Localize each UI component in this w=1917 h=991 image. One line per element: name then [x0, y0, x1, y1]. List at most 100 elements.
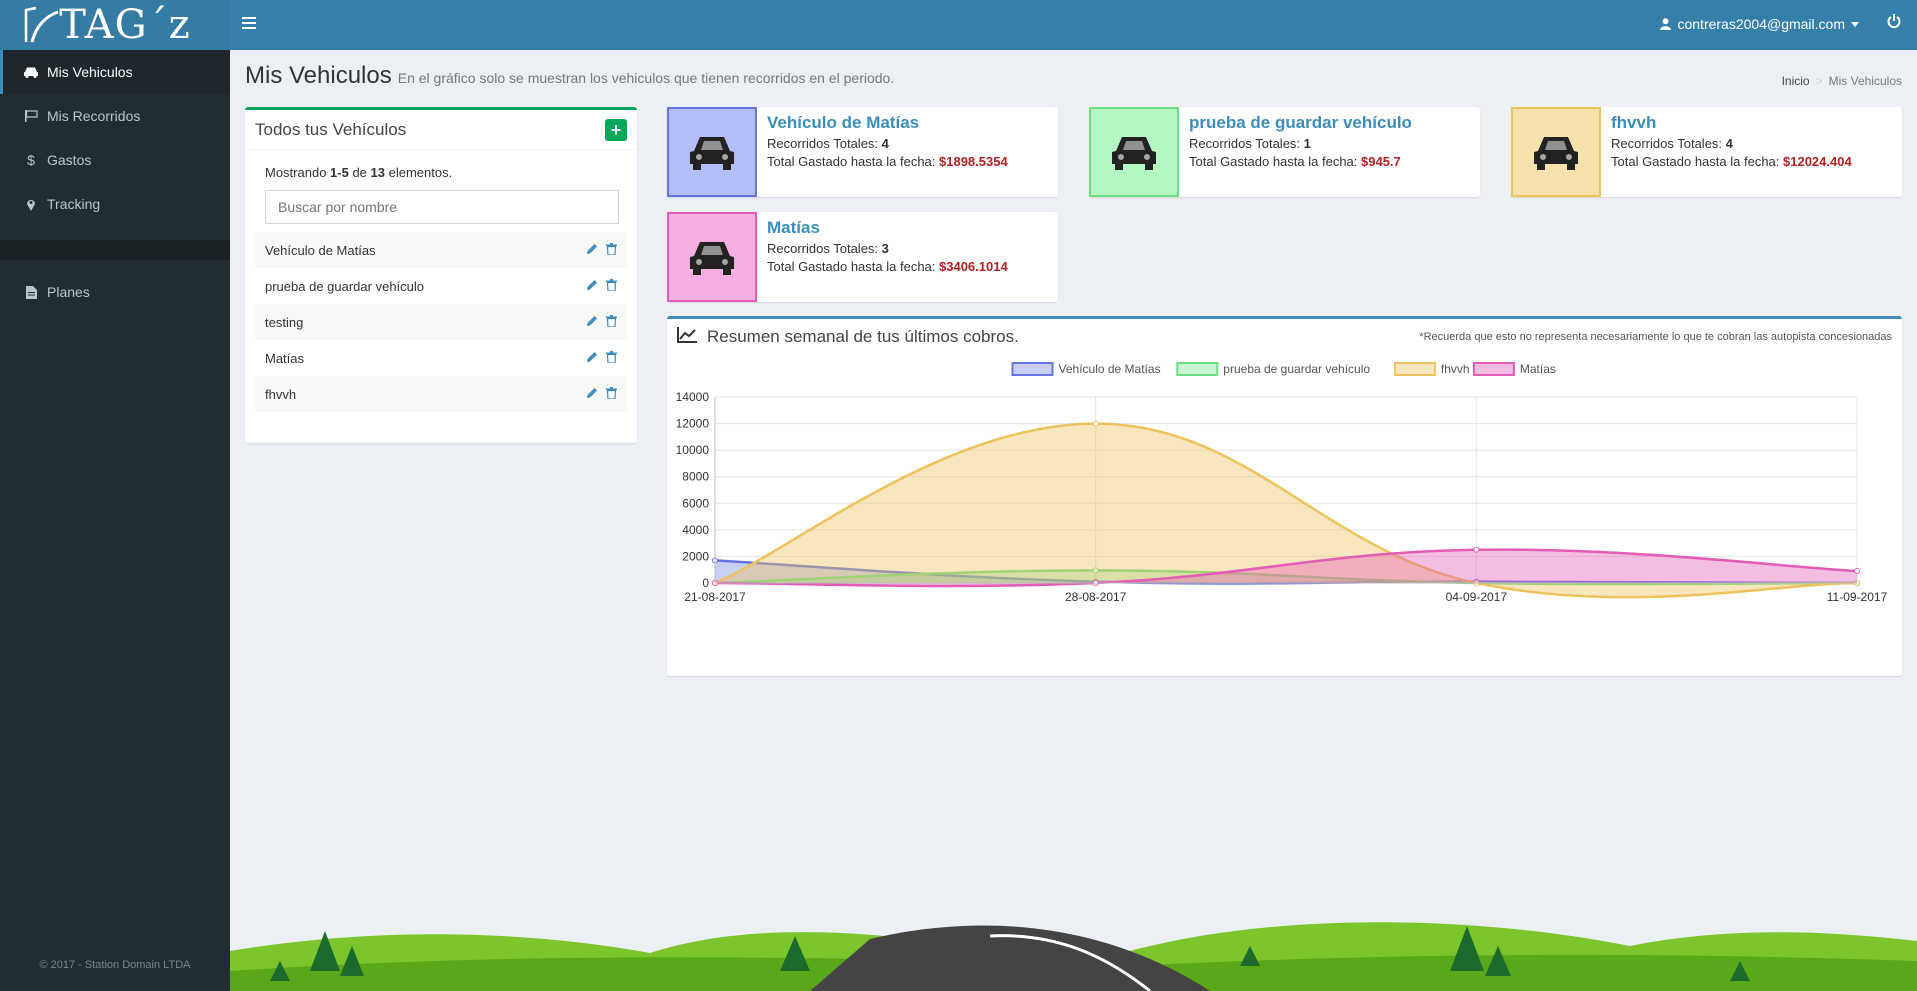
user-icon: [1660, 18, 1672, 30]
car-icon: [1511, 107, 1601, 197]
pencil-icon[interactable]: [586, 243, 598, 258]
user-email: contreras2004@gmail.com: [1677, 16, 1845, 32]
sidebar-item-label: Planes: [47, 284, 90, 300]
user-menu[interactable]: contreras2004@gmail.com: [1660, 16, 1859, 32]
vehicle-card-info: prueba de guardar vehículo Recorridos To…: [1179, 107, 1422, 197]
car-icon: [667, 107, 757, 197]
trash-icon[interactable]: [606, 314, 617, 330]
vehicle-card-spent: Total Gastado hasta la fecha: $3406.1014: [767, 259, 1008, 274]
breadcrumb: Inicio > Mis Vehiculos: [1782, 74, 1902, 88]
vehicle-row[interactable]: testing: [255, 304, 627, 340]
vehicle-card-trips: Recorridos Totales: 1: [1189, 136, 1311, 151]
y-tick-label: 0: [702, 576, 709, 590]
vehicle-name: Vehículo de Matías: [265, 242, 376, 258]
weekly-area-chart: 0 2000 4000 6000 8000 10000 12000 14000 21-08-20…: [676, 362, 1888, 604]
vehicle-row[interactable]: prueba de guardar vehículo: [255, 268, 627, 304]
weekly-summary-box: Resumen semanal de tus últimos cobros. *…: [667, 316, 1902, 676]
map-marker-icon: [21, 198, 41, 211]
data-point: [1473, 546, 1480, 553]
sidebar: Mis Vehiculos Mis Recorridos $ Gastos Tr…: [0, 50, 230, 991]
legend-label: Vehículo de Matías: [1059, 362, 1161, 376]
line-chart-icon: [677, 326, 697, 348]
page-title-text: Mis Vehiculos: [245, 62, 392, 89]
sidebar-toggle-icon[interactable]: [242, 14, 262, 34]
chart-title: Resumen semanal de tus últimos cobros.: [707, 327, 1019, 346]
power-off-icon[interactable]: [1887, 14, 1901, 33]
legend-swatch: [1393, 362, 1436, 376]
car-icon: [1089, 107, 1179, 197]
add-vehicle-button[interactable]: +: [605, 118, 627, 141]
sidebar-item-planes[interactable]: Planes: [0, 270, 230, 314]
chart-header: Resumen semanal de tus últimos cobros. *…: [667, 319, 1902, 355]
sidebar-item-label: Tracking: [47, 196, 101, 212]
vehicle-row[interactable]: fhvvh: [255, 376, 627, 412]
vehicle-card-name[interactable]: Vehículo de Matías: [767, 113, 1008, 133]
flag-icon: [21, 110, 41, 122]
sidebar-item-gastos[interactable]: $ Gastos: [0, 138, 230, 182]
vehicle-card-trips: Recorridos Totales: 4: [1611, 136, 1733, 151]
vehicle-card-spent: Total Gastado hasta la fecha: $945.7: [1189, 154, 1401, 169]
sidebar-item-mis-vehiculos[interactable]: Mis Vehiculos: [0, 50, 230, 94]
vehicle-card-spent: Total Gastado hasta la fecha: $12024.404: [1611, 154, 1852, 169]
main-content: Mis Vehiculos En el gráfico solo se muest…: [230, 50, 1917, 991]
breadcrumb-separator: >: [1815, 74, 1823, 88]
page-subtitle: En el gráfico solo se muestran los vehic…: [397, 70, 895, 86]
plus-icon: +: [610, 119, 622, 140]
car-icon: [667, 212, 757, 302]
y-tick-label: 4000: [682, 523, 709, 537]
vehicle-card-info: fhvvh Recorridos Totales: 4 Total Gastad…: [1601, 107, 1862, 197]
car-icon: [21, 66, 41, 78]
search-vehicle-input[interactable]: [265, 190, 619, 224]
trash-icon[interactable]: [606, 242, 617, 258]
sidebar-item-label: Mis Recorridos: [47, 108, 141, 124]
vehicle-card[interactable]: Vehículo de Matías Recorridos Totales: 4…: [667, 107, 1058, 197]
y-tick-label: 12000: [676, 417, 710, 431]
vehicles-list-title: Todos tus Vehículos: [255, 119, 407, 139]
vehicles-table: Vehículo de Matías prueba de guardar veh…: [255, 232, 627, 412]
sidebar-item-tracking[interactable]: Tracking: [0, 182, 230, 226]
vehicle-row[interactable]: Matías: [255, 340, 627, 376]
y-tick-label: 14000: [676, 390, 710, 404]
breadcrumb-home[interactable]: Inicio: [1782, 74, 1810, 88]
sidebar-item-label: Mis Vehiculos: [47, 64, 133, 80]
pencil-icon[interactable]: [586, 387, 598, 402]
vehicle-card-name[interactable]: fhvvh: [1611, 113, 1852, 133]
vehicle-card[interactable]: Matías Recorridos Totales: 3 Total Gasta…: [667, 212, 1058, 302]
pencil-icon[interactable]: [586, 279, 598, 294]
vehicle-card-info: Vehículo de Matías Recorridos Totales: 4…: [757, 107, 1018, 197]
legend-label: Matías: [1520, 362, 1556, 376]
caret-down-icon: [1851, 21, 1859, 27]
landscape-illustration: [230, 922, 1917, 991]
legend-swatch: [1011, 362, 1054, 376]
vehicle-card-trips: Recorridos Totales: 3: [767, 241, 889, 256]
vehicle-card[interactable]: fhvvh Recorridos Totales: 4 Total Gastad…: [1511, 107, 1902, 197]
vehicle-card[interactable]: prueba de guardar vehículo Recorridos To…: [1089, 107, 1480, 197]
logo-text: TAG´z: [59, 2, 191, 48]
top-navbar: TAG´z contreras2004@gmail.com: [0, 0, 1917, 50]
legend-swatch: [1472, 362, 1515, 376]
vehicle-row[interactable]: Vehículo de Matías: [255, 232, 627, 268]
breadcrumb-current: Mis Vehiculos: [1828, 74, 1902, 88]
sidebar-footer: © 2017 - Station Domain LTDA: [39, 959, 191, 971]
vehicle-card-name[interactable]: Matías: [767, 218, 1008, 238]
vehicles-list-body: Mostrando 1-5 de 13 elementos. Vehículo …: [245, 150, 637, 422]
trash-icon[interactable]: [606, 350, 617, 366]
app-logo[interactable]: TAG´z: [0, 0, 230, 50]
page-title: Mis Vehiculos En el gráfico solo se muest…: [245, 62, 894, 90]
trash-icon[interactable]: [606, 278, 617, 294]
pencil-icon[interactable]: [586, 315, 598, 330]
vehicle-card-info: Matías Recorridos Totales: 3 Total Gasta…: [757, 212, 1018, 302]
vehicles-list-header: Todos tus Vehículos +: [245, 110, 637, 150]
y-tick-label: 8000: [682, 470, 709, 484]
y-tick-label: 10000: [676, 443, 710, 457]
trash-icon[interactable]: [606, 386, 617, 402]
x-tick-label: 11-09-2017: [1827, 590, 1888, 604]
legend-label: fhvvh: [1441, 362, 1470, 376]
pencil-icon[interactable]: [586, 351, 598, 366]
y-tick-label: 2000: [682, 549, 709, 563]
sidebar-item-mis-recorridos[interactable]: Mis Recorridos: [0, 94, 230, 138]
vehicles-list-box: Todos tus Vehículos + Mostrando 1-5 de 1…: [245, 107, 637, 443]
vehicle-card-name[interactable]: prueba de guardar vehículo: [1189, 113, 1412, 133]
vehicle-name: prueba de guardar vehículo: [265, 278, 425, 294]
vehicle-card-spent: Total Gastado hasta la fecha: $1898.5354: [767, 154, 1008, 169]
